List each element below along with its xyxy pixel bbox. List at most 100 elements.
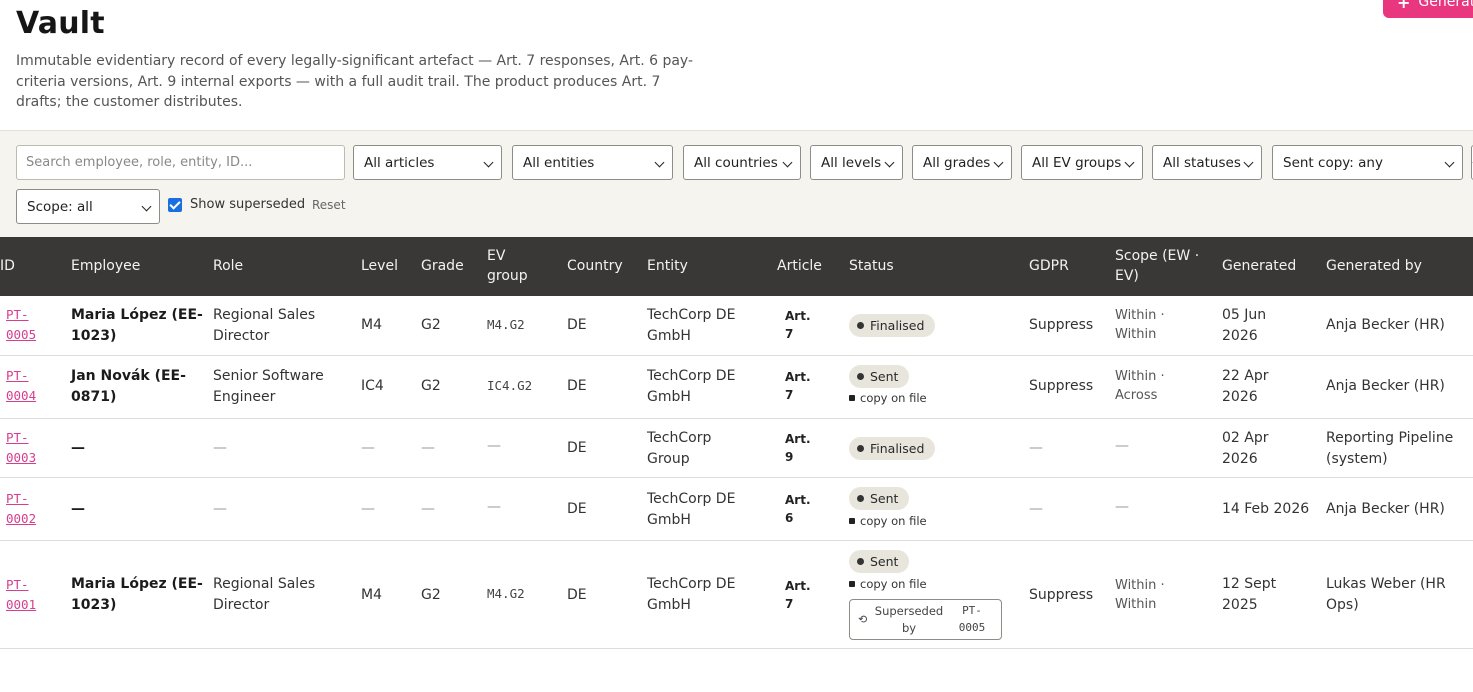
superseded-label-line2: by [901, 620, 917, 635]
status-badge: Sent [849, 365, 910, 388]
scope-cell: Within · Within [1115, 576, 1165, 614]
col-country[interactable]: Country [567, 256, 623, 276]
article-cell: Art. 7 [785, 368, 811, 404]
checkbox-checked-icon[interactable] [168, 197, 182, 212]
role-cell: — [213, 501, 227, 517]
table-row[interactable]: PT- 0002 — — — — — DE TechCorp DE GmbH A… [0, 478, 1473, 541]
generate-button-label: Generate [1418, 0, 1473, 10]
reset-button[interactable]: Reset [312, 198, 346, 212]
record-id-line2: 0005 [6, 327, 37, 342]
table-row[interactable]: PT- 0003 — — — — — DE TechCorp Group Art… [0, 419, 1473, 478]
superseded-by-chip[interactable]: ⟲ Superseded by PT- 0005 [849, 599, 1002, 640]
ev-group-cell: — [487, 499, 501, 515]
generate-button[interactable]: + Generate [1383, 0, 1473, 18]
employee-line2: 1023) [71, 596, 117, 613]
col-entity[interactable]: Entity [647, 256, 688, 276]
sent-copy-select[interactable]: Sent copy: any [1272, 145, 1463, 180]
table-row[interactable]: PT- 0001 Maria López (EE- 1023) Regional… [0, 541, 1473, 649]
generated-line1: 02 Apr [1222, 430, 1269, 446]
status-label: Sent [870, 491, 899, 506]
grade-cell: G2 [421, 378, 441, 394]
role-cell: Regional Sales Director [213, 305, 315, 346]
show-superseded-toggle[interactable]: Show superseded [168, 197, 305, 212]
generated-by-cell: Reporting Pipeline (system) [1326, 428, 1453, 469]
file-square-icon [849, 581, 855, 587]
col-status[interactable]: Status [849, 256, 894, 276]
scope-select[interactable]: Scope: all [16, 189, 160, 224]
role-line1: Regional Sales [213, 576, 316, 592]
status-dot-icon [857, 373, 864, 380]
generated-cell: 22 Apr 2026 [1222, 366, 1268, 407]
generated-cell: 02 Apr 2026 [1222, 428, 1268, 469]
col-role[interactable]: Role [213, 256, 243, 276]
generated-line1: 12 Sept [1222, 576, 1277, 592]
col-employee[interactable]: Employee [71, 256, 140, 276]
col-generated-by[interactable]: Generated by [1326, 256, 1422, 276]
role-cell: Regional Sales Director [213, 574, 315, 615]
employee-cell: — [71, 501, 85, 517]
entity-cell: TechCorp Group [647, 428, 711, 469]
role-cell: Senior Software Engineer [213, 366, 324, 407]
grade-cell: — [421, 440, 435, 456]
generated-line2: 2026 [1222, 327, 1258, 344]
page-title: Vault [16, 6, 105, 41]
copy-on-file-label: copy on file [860, 514, 927, 528]
entity-line2: GmbH [647, 511, 691, 528]
status-select[interactable]: All statuses [1152, 145, 1262, 180]
article-cell: Art. 7 [785, 307, 811, 343]
col-level[interactable]: Level [361, 256, 398, 276]
gdpr-cell: — [1029, 440, 1043, 456]
record-id-line1: PT- [6, 368, 29, 383]
employee-cell: Maria López (EE- 1023) [71, 574, 203, 615]
file-square-icon [849, 518, 855, 524]
superseded-label: Superseded by [872, 603, 946, 636]
plus-icon: + [1397, 0, 1411, 12]
entity-select[interactable]: All entities [512, 145, 673, 180]
generated-cell: 14 Feb 2026 [1222, 501, 1310, 517]
record-id-line1: PT- [6, 577, 29, 592]
record-id-line1: PT- [6, 430, 29, 445]
generated-line2: 2026 [1222, 450, 1258, 467]
col-scope[interactable]: Scope (EW · EV) [1115, 246, 1199, 286]
scope-cell: Within · Across [1115, 367, 1165, 405]
col-article[interactable]: Article [777, 256, 822, 276]
record-id-link[interactable]: PT- 0002 [6, 489, 36, 529]
article-cell: Art. 7 [785, 577, 811, 613]
scope-line2: Within [1115, 597, 1157, 612]
entity-line1: TechCorp DE [647, 576, 736, 592]
scope-cell: Within · Within [1115, 306, 1165, 344]
country-select[interactable]: All countries [683, 145, 801, 180]
ev-group-cell: IC4.G2 [487, 378, 533, 393]
table-row[interactable]: PT- 0005 Maria López (EE- 1023) Regional… [0, 296, 1473, 356]
col-grade[interactable]: Grade [421, 256, 464, 276]
record-id-line2: 0002 [6, 511, 37, 526]
entity-line1: TechCorp DE [647, 368, 736, 384]
record-id-link[interactable]: PT- 0005 [6, 305, 36, 345]
level-cell: IC4 [361, 378, 384, 394]
ev-group-cell: M4.G2 [487, 317, 525, 332]
gdpr-cell: — [1029, 501, 1043, 517]
search-input[interactable] [16, 145, 345, 180]
record-id-link[interactable]: PT- 0004 [6, 366, 36, 406]
col-ev-group-line1: EV [487, 248, 506, 264]
gdpr-cell: Suppress [1029, 378, 1094, 394]
col-id[interactable]: ID [0, 256, 15, 276]
grade-select[interactable]: All grades [912, 145, 1012, 180]
col-generated[interactable]: Generated [1222, 256, 1296, 276]
status-badge: Finalised [849, 437, 936, 460]
table-row[interactable]: PT- 0004 Jan Novák (EE- 0871) Senior Sof… [0, 356, 1473, 419]
record-id-line2: 0003 [6, 450, 37, 465]
scope-cell: — [1115, 438, 1129, 454]
article-cell: Art. 6 [785, 491, 811, 527]
ev-group-select[interactable]: All EV groups [1021, 145, 1143, 180]
scope-line2: Across [1115, 388, 1158, 403]
record-id-link[interactable]: PT- 0001 [6, 575, 36, 615]
record-id-link[interactable]: PT- 0003 [6, 428, 36, 468]
col-gdpr[interactable]: GDPR [1029, 256, 1069, 276]
level-select[interactable]: All levels [810, 145, 903, 180]
gdpr-cell: Suppress [1029, 317, 1094, 333]
page-description: Immutable evidentiary record of every le… [16, 53, 694, 110]
col-ev-group[interactable]: EV group [487, 246, 528, 286]
copy-on-file-label: copy on file [860, 577, 927, 591]
article-select[interactable]: All articles [353, 145, 502, 180]
